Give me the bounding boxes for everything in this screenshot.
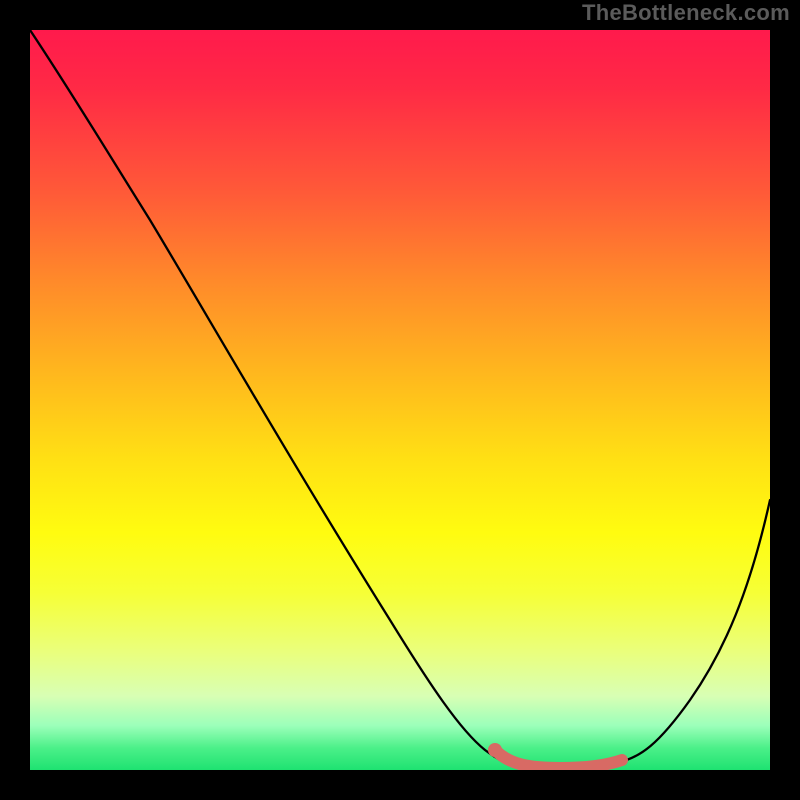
- highlight-segment: [495, 750, 622, 768]
- bottleneck-curve: [30, 30, 770, 767]
- plot-area: [30, 30, 770, 770]
- chart-frame: TheBottleneck.com: [0, 0, 800, 800]
- watermark-text: TheBottleneck.com: [582, 0, 790, 26]
- highlight-start-marker: [488, 743, 502, 757]
- chart-svg: [30, 30, 770, 770]
